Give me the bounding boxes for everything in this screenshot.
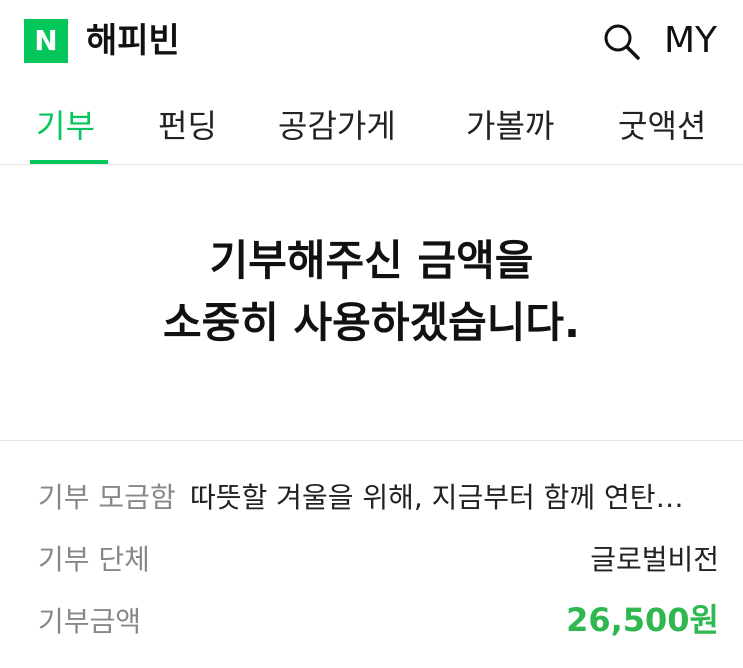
- category-tabs: 기부 펀딩 공감가게 가볼까 굿액션: [0, 96, 743, 165]
- tab-funding[interactable]: 펀딩: [158, 104, 217, 148]
- logo-letter: N: [34, 24, 58, 57]
- organization-value[interactable]: 글로벌비전: [590, 540, 719, 580]
- thank-you-message: 기부해주신 금액을 소중히 사용하겠습니다.: [0, 230, 743, 354]
- campaign-value[interactable]: 따뜻할 겨울을 위해, 지금부터 함께 연탄을 …: [190, 478, 700, 518]
- thank-you-line-2: 소중히 사용하겠습니다.: [163, 298, 580, 347]
- tab-empathy-store[interactable]: 공감가게: [278, 104, 396, 148]
- thank-you-line-1: 기부해주신 금액을: [209, 236, 534, 285]
- tab-good-action[interactable]: 굿액션: [618, 104, 706, 148]
- active-tab-indicator: [30, 160, 108, 164]
- campaign-label: 기부 모금함: [38, 481, 176, 514]
- search-button[interactable]: [600, 20, 644, 64]
- my-page-button[interactable]: MY: [664, 18, 717, 64]
- donation-amount-value: 26,500원: [566, 601, 719, 639]
- donation-amount-label: 기부금액: [38, 605, 142, 638]
- tab-gabolkka[interactable]: 가볼까: [466, 104, 554, 148]
- search-icon: [604, 24, 640, 60]
- organization-label: 기부 단체: [38, 543, 150, 576]
- naver-logo[interactable]: N: [24, 19, 68, 63]
- section-divider: [0, 440, 743, 441]
- app-header: N 해피빈 MY: [0, 0, 743, 84]
- tab-donation[interactable]: 기부: [36, 104, 95, 148]
- service-title[interactable]: 해피빈: [86, 17, 180, 65]
